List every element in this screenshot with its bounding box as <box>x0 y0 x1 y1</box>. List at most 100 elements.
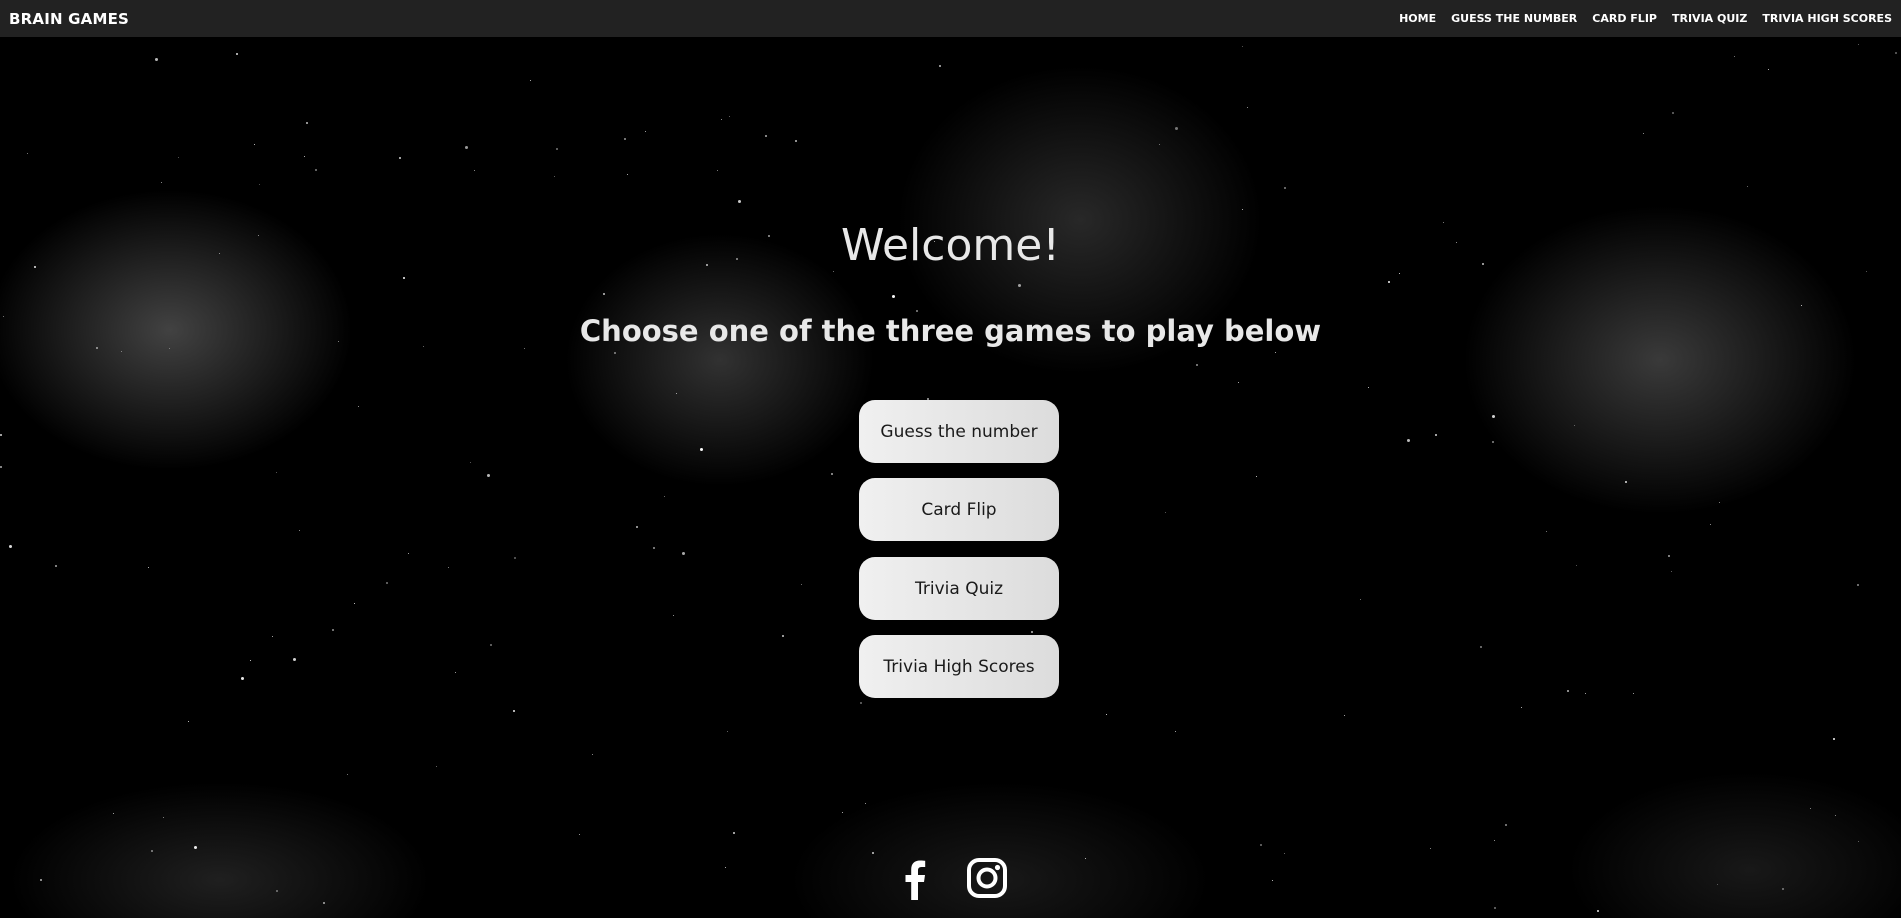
star <box>513 710 515 712</box>
instagram-icon <box>966 858 1007 898</box>
star <box>682 552 685 555</box>
page-title: Welcome! <box>841 220 1060 271</box>
star <box>1175 731 1176 732</box>
star <box>1734 56 1735 57</box>
star <box>653 547 655 549</box>
star <box>939 65 941 67</box>
star <box>161 182 162 183</box>
facebook-icon <box>905 860 925 900</box>
star <box>399 157 401 159</box>
nav-link-guess-the-number[interactable]: GUESS THE NUMBER <box>1451 12 1577 25</box>
star <box>1399 273 1400 274</box>
star <box>1492 441 1494 443</box>
star <box>530 80 531 81</box>
trivia-quiz-button[interactable]: Trivia Quiz <box>859 557 1059 620</box>
star <box>1719 502 1720 503</box>
star <box>673 615 674 616</box>
star <box>831 473 833 475</box>
star <box>332 629 334 631</box>
star <box>178 157 179 158</box>
star <box>323 902 325 904</box>
star <box>1858 841 1859 842</box>
star <box>194 846 197 849</box>
star <box>801 584 802 585</box>
star <box>1284 187 1286 189</box>
star <box>1344 715 1345 716</box>
star <box>1494 840 1495 841</box>
star <box>1430 848 1431 849</box>
guess-the-number-button[interactable]: Guess the number <box>859 400 1059 463</box>
star <box>1159 144 1160 145</box>
star <box>860 702 862 704</box>
star <box>1858 44 1859 45</box>
page-subtitle: Choose one of the three games to play be… <box>579 314 1322 348</box>
star <box>487 474 490 477</box>
nav-link-trivia-quiz[interactable]: TRIVIA QUIZ <box>1672 12 1747 25</box>
star <box>1625 481 1627 483</box>
star <box>624 138 626 140</box>
brand-logo-link[interactable]: BRAIN GAMES <box>9 10 129 28</box>
star <box>455 672 456 673</box>
star <box>354 603 355 604</box>
star <box>1585 693 1586 694</box>
star <box>1672 112 1674 114</box>
star <box>664 496 665 497</box>
star <box>717 170 718 171</box>
nav-link-card-flip[interactable]: CARD FLIP <box>1592 12 1657 25</box>
star <box>554 176 555 177</box>
trivia-high-scores-button[interactable]: Trivia High Scores <box>859 635 1059 698</box>
nav-link-home[interactable]: HOME <box>1399 12 1436 25</box>
star <box>306 122 308 124</box>
star <box>514 557 516 559</box>
star <box>1242 46 1243 47</box>
star <box>1480 646 1482 648</box>
star <box>524 348 525 349</box>
star <box>1031 631 1033 633</box>
star <box>163 817 164 818</box>
star <box>9 545 12 548</box>
star <box>865 803 866 804</box>
star <box>1643 133 1644 134</box>
star <box>916 310 918 312</box>
star <box>795 140 797 142</box>
star <box>113 813 114 814</box>
star <box>636 526 638 528</box>
star <box>1165 512 1166 513</box>
nav-links: HOME GUESS THE NUMBER CARD FLIP TRIVIA Q… <box>1399 12 1892 25</box>
star <box>1260 844 1262 846</box>
star <box>738 200 741 203</box>
star <box>0 466 2 468</box>
star <box>358 406 359 407</box>
facebook-link[interactable] <box>893 856 937 900</box>
star <box>1810 808 1811 809</box>
star <box>408 553 409 554</box>
star <box>1546 531 1547 532</box>
star <box>592 754 593 755</box>
star <box>1801 305 1802 306</box>
star <box>1256 476 1257 477</box>
instagram-link[interactable] <box>965 856 1009 900</box>
star <box>169 348 170 349</box>
star <box>892 295 895 298</box>
top-navbar: BRAIN GAMES HOME GUESS THE NUMBER CARD F… <box>0 0 1901 37</box>
star <box>733 832 735 834</box>
nav-link-trivia-high-scores[interactable]: TRIVIA HIGH SCORES <box>1762 12 1892 25</box>
star <box>1175 127 1178 130</box>
social-links <box>0 856 1901 900</box>
card-flip-button[interactable]: Card Flip <box>859 478 1059 541</box>
star <box>276 472 277 473</box>
star <box>579 834 580 835</box>
star <box>1835 815 1836 816</box>
star <box>490 644 492 646</box>
star <box>304 156 305 157</box>
star <box>299 530 300 531</box>
star <box>1505 824 1507 826</box>
star <box>603 293 605 295</box>
star <box>448 567 449 568</box>
star <box>241 677 244 680</box>
star <box>254 144 255 145</box>
star <box>1284 853 1285 854</box>
star <box>315 169 317 171</box>
star <box>1833 738 1835 740</box>
star <box>833 271 834 272</box>
